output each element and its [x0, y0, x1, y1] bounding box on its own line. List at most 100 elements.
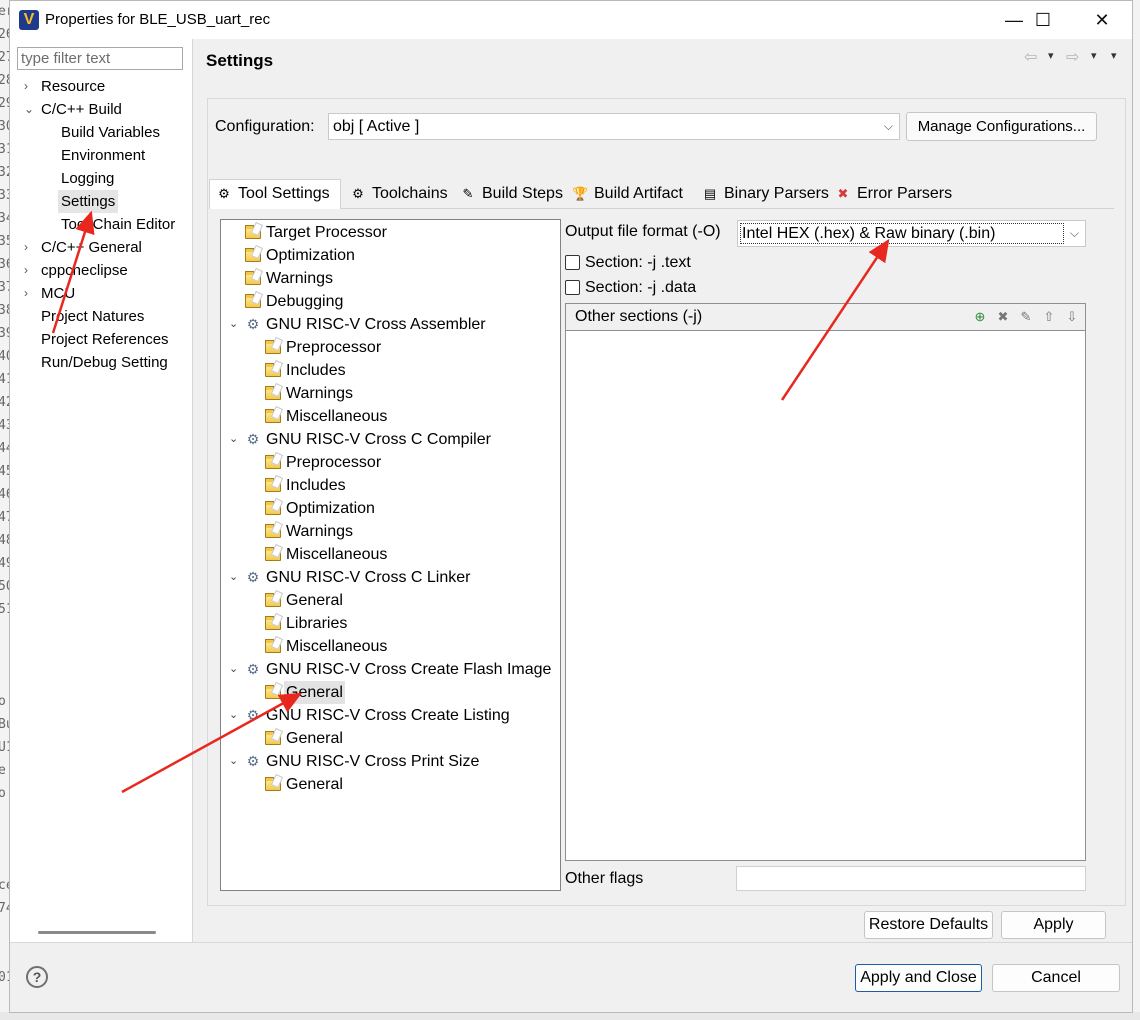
nav-item-c-c-general[interactable]: › C/C++ General	[10, 236, 193, 259]
chevron-right-icon[interactable]: ›	[24, 259, 36, 282]
chevron-right-icon[interactable]: ›	[24, 236, 36, 259]
tree-node-includes[interactable]: Includes	[221, 474, 560, 497]
tool-settings-tree: Target Processor Optimization Warnings Debu…	[220, 219, 561, 891]
tree-node-gnu-risc-v-cross-create-listing[interactable]: ⌄ ⚙ GNU RISC-V Cross Create Listing	[221, 704, 560, 727]
nav-item-c-c-build[interactable]: ⌄ C/C++ Build	[10, 98, 193, 121]
nav-scrollbar[interactable]	[38, 931, 156, 934]
tree-node-optimization[interactable]: Optimization	[221, 497, 560, 520]
tree-node-miscellaneous[interactable]: Miscellaneous	[221, 543, 560, 566]
chevron-down-icon[interactable]: ⌄	[229, 428, 238, 451]
tree-node-general[interactable]: General	[221, 681, 560, 704]
filter-input[interactable]	[17, 47, 183, 70]
tool-settings-icon: ⚙	[218, 186, 230, 201]
tree-node-preprocessor[interactable]: Preprocessor	[221, 451, 560, 474]
maximize-button[interactable]: ☐	[1014, 1, 1072, 39]
chevron-down-icon[interactable]: ⌄	[229, 566, 238, 589]
configuration-select[interactable]: obj [ Active ] ⌵	[328, 113, 900, 140]
tree-node-optimization[interactable]: Optimization	[221, 244, 560, 267]
tree-node-label: Debugging	[266, 293, 344, 310]
tree-node-general[interactable]: General	[221, 589, 560, 612]
move-up-icon[interactable]: ⇧	[1041, 308, 1057, 326]
tree-node-preprocessor[interactable]: Preprocessor	[221, 336, 560, 359]
tool-gear-icon: ⚙	[246, 316, 260, 332]
tab-build-steps[interactable]: ✎ Build Steps	[454, 181, 564, 207]
other-sections-list[interactable]: Other sections (-j) ⊕ ✖ ✎ ⇧ ⇩	[565, 303, 1086, 861]
nav-item-project-references[interactable]: Project References	[10, 328, 193, 351]
nav-item-mcu[interactable]: › MCU	[10, 282, 193, 305]
forward-menu-caret-icon[interactable]: ▾	[1091, 49, 1097, 62]
nav-item-logging[interactable]: Logging	[10, 167, 193, 190]
tree-node-miscellaneous[interactable]: Miscellaneous	[221, 635, 560, 658]
delete-icon[interactable]: ✖	[995, 308, 1011, 326]
tree-node-miscellaneous[interactable]: Miscellaneous	[221, 405, 560, 428]
back-menu-caret-icon[interactable]: ▾	[1048, 49, 1054, 62]
chevron-down-icon[interactable]: ⌄	[24, 98, 36, 121]
chevron-down-icon: ⌵	[883, 119, 893, 133]
chevron-down-icon[interactable]: ⌄	[229, 704, 238, 727]
forward-arrow-icon[interactable]: ⇨	[1066, 47, 1079, 67]
other-flags-input[interactable]	[736, 866, 1086, 891]
restore-defaults-button[interactable]: Restore Defaults	[864, 911, 993, 939]
option-folder-icon	[265, 731, 281, 745]
tree-node-debugging[interactable]: Debugging	[221, 290, 560, 313]
nav-item-tool-chain-editor[interactable]: Tool Chain Editor	[10, 213, 193, 236]
help-icon[interactable]: ?	[26, 966, 48, 988]
tree-node-label: GNU RISC-V Cross C Compiler	[266, 431, 491, 448]
checkbox[interactable]	[565, 255, 580, 270]
apply-and-close-button[interactable]: Apply and Close	[855, 964, 982, 992]
nav-item-project-natures[interactable]: Project Natures	[10, 305, 193, 328]
tree-node-gnu-risc-v-cross-assembler[interactable]: ⌄ ⚙ GNU RISC-V Cross Assembler	[221, 313, 560, 336]
nav-item-label: Environment	[61, 147, 146, 164]
nav-item-label: C/C++ General	[41, 239, 142, 256]
tab-toolchains[interactable]: ⚙ Toolchains	[344, 181, 452, 207]
close-button[interactable]: ✕	[1073, 1, 1131, 39]
tree-node-gnu-risc-v-cross-c-compiler[interactable]: ⌄ ⚙ GNU RISC-V Cross C Compiler	[221, 428, 560, 451]
tree-node-warnings[interactable]: Warnings	[221, 382, 560, 405]
tree-node-libraries[interactable]: Libraries	[221, 612, 560, 635]
option-folder-icon	[265, 478, 281, 492]
tree-node-gnu-risc-v-cross-create-flash-image[interactable]: ⌄ ⚙ GNU RISC-V Cross Create Flash Image	[221, 658, 560, 681]
tree-node-general[interactable]: General	[221, 773, 560, 796]
tree-node-gnu-risc-v-cross-c-linker[interactable]: ⌄ ⚙ GNU RISC-V Cross C Linker	[221, 566, 560, 589]
nav-item-environment[interactable]: Environment	[10, 144, 193, 167]
tab-tool-settings[interactable]: ⚙ Tool Settings	[209, 179, 341, 209]
edit-icon[interactable]: ✎	[1018, 308, 1034, 326]
tree-node-label: Libraries	[286, 615, 348, 632]
other-flags-label: Other flags	[565, 870, 644, 887]
tool-gear-icon: ⚙	[246, 661, 260, 677]
tab-build-artifact[interactable]: 🏆 Build Artifact	[566, 181, 694, 207]
tree-node-warnings[interactable]: Warnings	[221, 520, 560, 543]
chevron-right-icon[interactable]: ›	[24, 282, 36, 305]
tab-error-parsers[interactable]: ✖ Error Parsers	[829, 181, 953, 207]
tree-node-general[interactable]: General	[221, 727, 560, 750]
nav-item-label: Tool Chain Editor	[61, 216, 176, 233]
tree-node-label: Target Processor	[266, 224, 387, 241]
nav-item-build-variables[interactable]: Build Variables	[10, 121, 193, 144]
chevron-down-icon[interactable]: ⌄	[229, 313, 238, 336]
back-arrow-icon[interactable]: ⇦	[1024, 47, 1037, 67]
tree-node-label: GNU RISC-V Cross Assembler	[266, 316, 486, 333]
view-menu-caret-icon[interactable]: ▾	[1111, 49, 1117, 62]
toolchains-icon: ⚙	[352, 186, 364, 201]
output-format-select[interactable]: Intel HEX (.hex) & Raw binary (.bin) ⌵	[737, 220, 1086, 247]
apply-button[interactable]: Apply	[1001, 911, 1106, 939]
nav-item-label: MCU	[41, 285, 76, 302]
checkbox[interactable]	[565, 280, 580, 295]
background-window-right	[1132, 0, 1140, 1020]
cancel-button[interactable]: Cancel	[992, 964, 1120, 992]
manage-configurations-button[interactable]: Manage Configurations...	[906, 112, 1097, 141]
tab-binary-parsers[interactable]: ▤ Binary Parsers	[696, 181, 829, 207]
tree-node-target-processor[interactable]: Target Processor	[221, 221, 560, 244]
nav-item-run-debug-setting[interactable]: Run/Debug Setting	[10, 351, 193, 374]
chevron-down-icon[interactable]: ⌄	[229, 658, 238, 681]
move-down-icon[interactable]: ⇩	[1064, 308, 1080, 326]
tree-node-gnu-risc-v-cross-print-size[interactable]: ⌄ ⚙ GNU RISC-V Cross Print Size	[221, 750, 560, 773]
nav-item-cppcheclipse[interactable]: › cppcheclipse	[10, 259, 193, 282]
add-icon[interactable]: ⊕	[972, 308, 988, 326]
chevron-down-icon[interactable]: ⌄	[229, 750, 238, 773]
chevron-right-icon[interactable]: ›	[24, 75, 36, 98]
nav-item-settings[interactable]: Settings	[10, 190, 193, 213]
tree-node-includes[interactable]: Includes	[221, 359, 560, 382]
tree-node-warnings[interactable]: Warnings	[221, 267, 560, 290]
nav-item-resource[interactable]: › Resource	[10, 75, 193, 98]
